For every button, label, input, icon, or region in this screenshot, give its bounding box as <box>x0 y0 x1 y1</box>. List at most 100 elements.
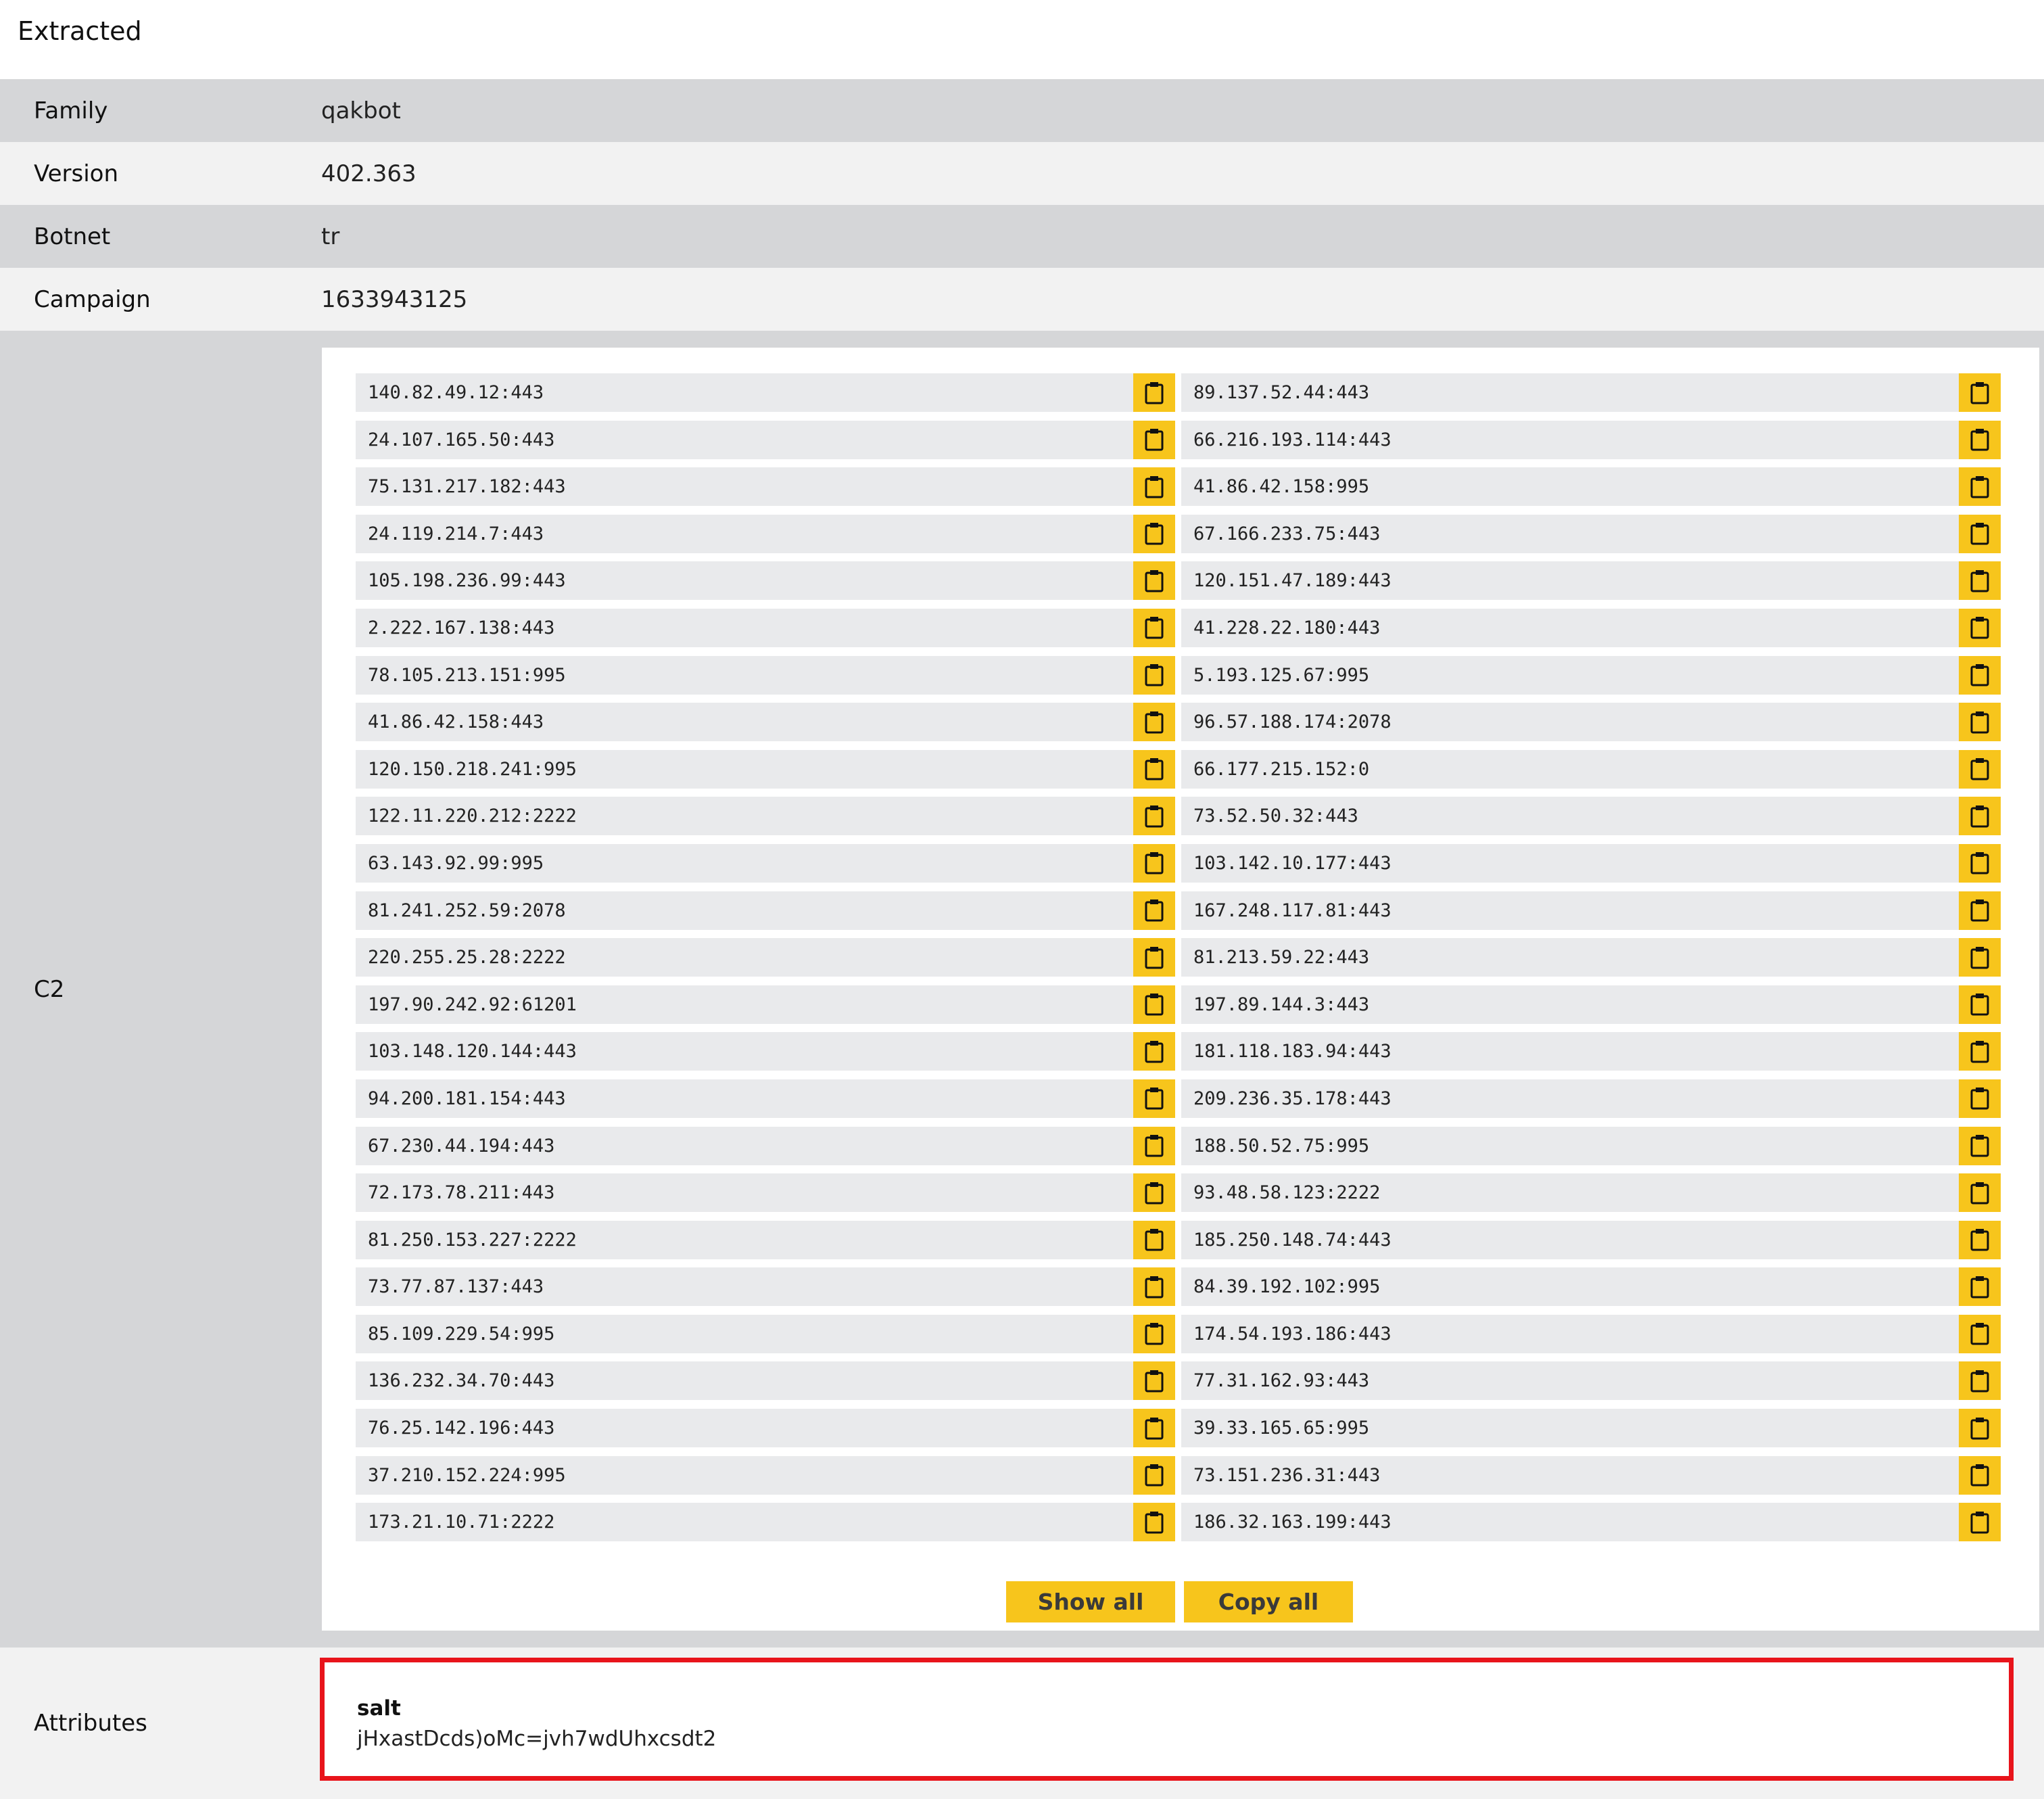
copy-button[interactable] <box>1959 703 2001 742</box>
copy-button[interactable] <box>1959 608 2001 647</box>
copy-button[interactable] <box>1959 1173 2001 1213</box>
copy-button[interactable] <box>1133 420 1175 459</box>
copy-button[interactable] <box>1133 703 1175 742</box>
copy-button[interactable] <box>1959 938 2001 977</box>
copy-button[interactable] <box>1133 938 1175 977</box>
c2-entry: 75.131.217.182:443 <box>356 467 1175 507</box>
copy-button[interactable] <box>1133 1220 1175 1259</box>
copy-button[interactable] <box>1959 1361 2001 1401</box>
copy-button[interactable] <box>1133 1314 1175 1353</box>
copy-button[interactable] <box>1959 1079 2001 1118</box>
c2-address: 89.137.52.44:443 <box>1193 382 1370 403</box>
copy-button[interactable] <box>1959 891 2001 930</box>
c2-address: 37.210.152.224:995 <box>368 1464 566 1486</box>
copy-button[interactable] <box>1959 797 2001 836</box>
family-value: qakbot <box>321 97 401 124</box>
copy-button[interactable] <box>1133 749 1175 789</box>
copy-button[interactable] <box>1959 514 2001 553</box>
c2-address: 73.52.50.32:443 <box>1193 805 1358 827</box>
clipboard-icon <box>1145 758 1164 780</box>
c2-entry: 5.193.125.67:995 <box>1181 655 2001 695</box>
copy-button[interactable] <box>1133 891 1175 930</box>
campaign-row: Campaign 1633943125 <box>0 268 2044 331</box>
clipboard-icon <box>1970 946 1989 969</box>
version-row: Version 402.363 <box>0 142 2044 205</box>
clipboard-icon <box>1145 994 1164 1016</box>
copy-button[interactable] <box>1133 1032 1175 1071</box>
copy-button[interactable] <box>1959 1220 2001 1259</box>
copy-button[interactable] <box>1959 1503 2001 1542</box>
clipboard-icon <box>1970 617 1989 639</box>
clipboard-icon <box>1970 758 1989 780</box>
copy-button[interactable] <box>1959 1126 2001 1165</box>
version-label: Version <box>34 160 119 187</box>
copy-button[interactable] <box>1133 1361 1175 1401</box>
c2-entry: 181.118.183.94:443 <box>1181 1032 2001 1071</box>
copy-button[interactable] <box>1959 420 2001 459</box>
c2-address: 96.57.188.174:2078 <box>1193 711 1392 733</box>
c2-address: 185.250.148.74:443 <box>1193 1229 1392 1251</box>
c2-entry: 81.241.252.59:2078 <box>356 891 1175 930</box>
copy-all-button[interactable]: Copy all <box>1184 1581 1353 1622</box>
c2-entry: 209.236.35.178:443 <box>1181 1079 2001 1118</box>
extracted-config-page: Extracted Family qakbot Version 402.363 … <box>0 0 2044 1799</box>
clipboard-icon <box>1970 664 1989 686</box>
c2-entry: 197.89.144.3:443 <box>1181 985 2001 1024</box>
copy-button[interactable] <box>1959 467 2001 507</box>
copy-button[interactable] <box>1133 655 1175 695</box>
copy-button[interactable] <box>1133 1503 1175 1542</box>
attributes-label: Attributes <box>34 1710 147 1737</box>
clipboard-icon <box>1145 664 1164 686</box>
c2-entry: 120.151.47.189:443 <box>1181 561 2001 601</box>
c2-address: 181.118.183.94:443 <box>1193 1041 1392 1062</box>
copy-button[interactable] <box>1133 514 1175 553</box>
c2-address: 39.33.165.65:995 <box>1193 1418 1370 1439</box>
copy-button[interactable] <box>1133 1409 1175 1448</box>
copy-button[interactable] <box>1959 655 2001 695</box>
c2-entry: 63.143.92.99:995 <box>356 843 1175 883</box>
copy-button[interactable] <box>1959 985 2001 1024</box>
clipboard-icon <box>1970 805 1989 828</box>
copy-button[interactable] <box>1959 373 2001 412</box>
copy-button[interactable] <box>1133 797 1175 836</box>
c2-address: 76.25.142.196:443 <box>368 1418 555 1439</box>
copy-button[interactable] <box>1959 1409 2001 1448</box>
copy-button[interactable] <box>1133 1126 1175 1165</box>
show-all-button[interactable]: Show all <box>1006 1581 1175 1622</box>
c2-address: 186.32.163.199:443 <box>1193 1512 1392 1533</box>
copy-button[interactable] <box>1959 1267 2001 1307</box>
c2-address: 63.143.92.99:995 <box>368 852 544 874</box>
clipboard-icon <box>1145 1135 1164 1157</box>
c2-address: 73.77.87.137:443 <box>368 1276 544 1298</box>
c2-list: 140.82.49.12:443 89.137.52.44:443 24.107.1… <box>356 373 2001 1542</box>
copy-button[interactable] <box>1133 1079 1175 1118</box>
c2-entry: 37.210.152.224:995 <box>356 1455 1175 1495</box>
copy-button[interactable] <box>1959 561 2001 601</box>
copy-button[interactable] <box>1133 561 1175 601</box>
copy-button[interactable] <box>1959 749 2001 789</box>
copy-button[interactable] <box>1133 1267 1175 1307</box>
copy-button[interactable] <box>1959 1455 2001 1495</box>
clipboard-icon <box>1145 711 1164 734</box>
copy-button[interactable] <box>1959 1032 2001 1071</box>
version-value: 402.363 <box>321 160 417 187</box>
copy-button[interactable] <box>1133 1173 1175 1213</box>
copy-button[interactable] <box>1133 373 1175 412</box>
clipboard-icon <box>1970 994 1989 1016</box>
clipboard-icon <box>1970 852 1989 874</box>
copy-button[interactable] <box>1133 843 1175 883</box>
copy-button[interactable] <box>1133 608 1175 647</box>
clipboard-icon <box>1970 475 1989 498</box>
c2-entry: 67.230.44.194:443 <box>356 1126 1175 1165</box>
copy-button[interactable] <box>1959 1314 2001 1353</box>
c2-entry: 85.109.229.54:995 <box>356 1314 1175 1353</box>
copy-button[interactable] <box>1133 467 1175 507</box>
c2-address: 220.255.25.28:2222 <box>368 947 566 968</box>
clipboard-icon <box>1145 569 1164 592</box>
c2-entry: 24.119.214.7:443 <box>356 514 1175 553</box>
copy-button[interactable] <box>1133 985 1175 1024</box>
copy-button[interactable] <box>1133 1455 1175 1495</box>
clipboard-icon <box>1970 1229 1989 1251</box>
copy-button[interactable] <box>1959 843 2001 883</box>
clipboard-icon <box>1970 381 1989 404</box>
